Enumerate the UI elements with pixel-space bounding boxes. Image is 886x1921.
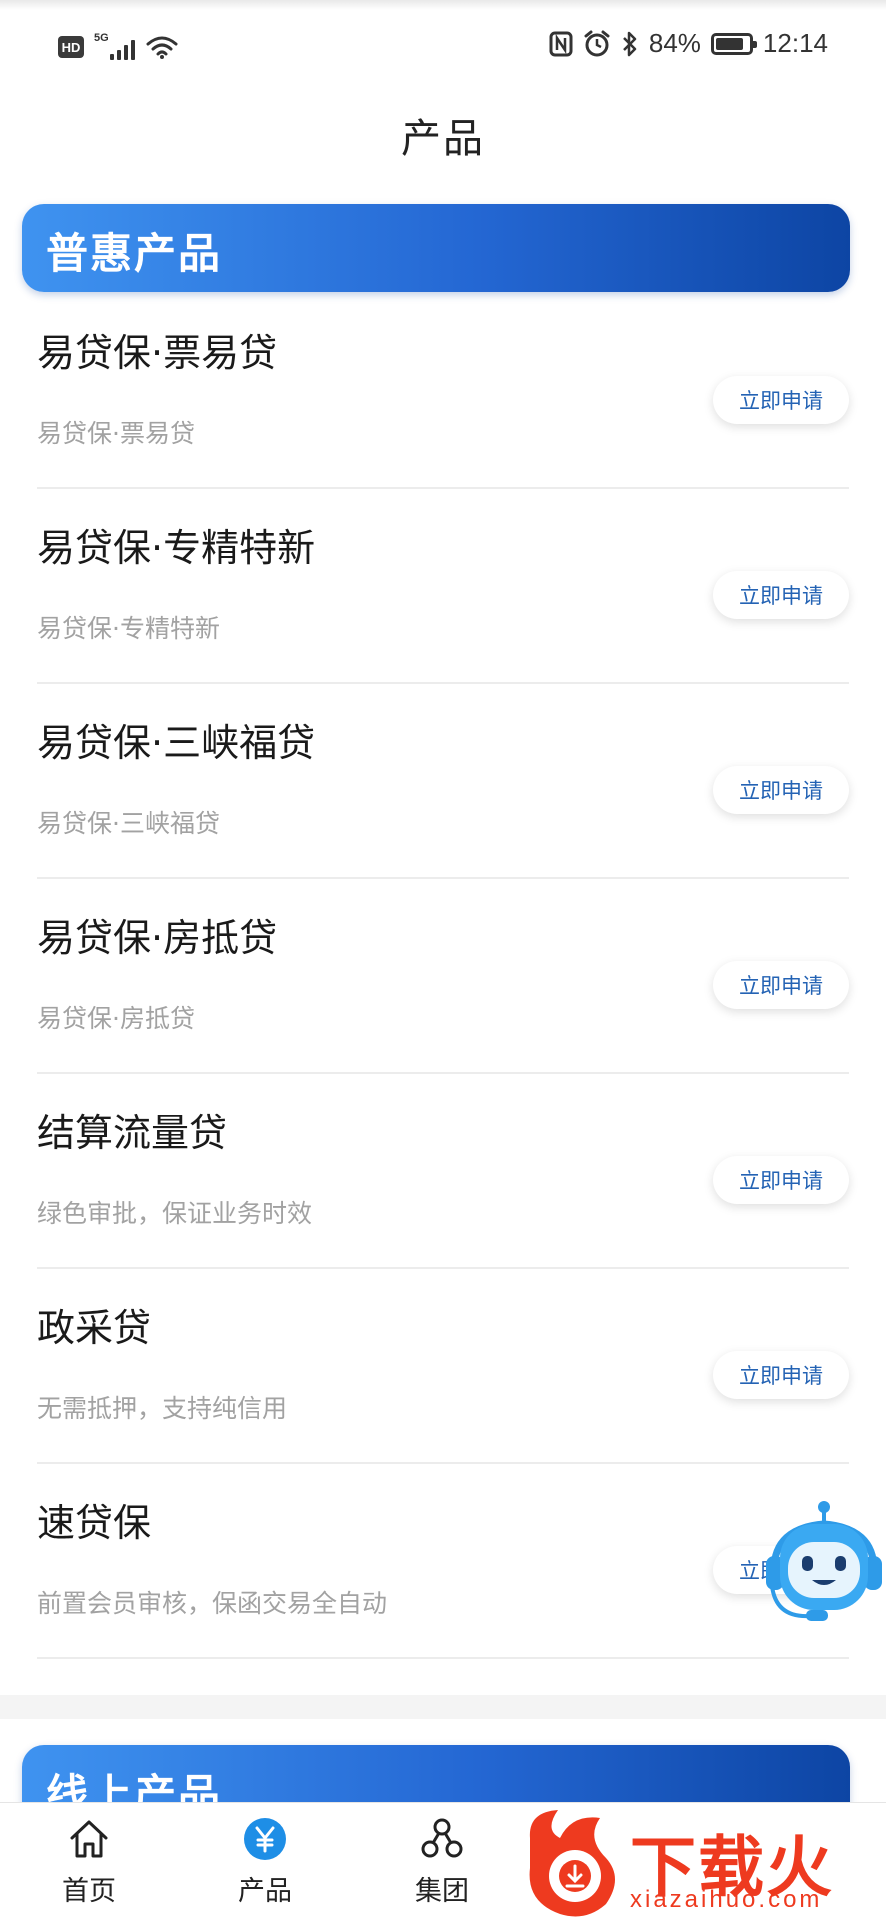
nav-label-group: 集团 [415,1876,469,1907]
status-right: 84% 12:14 [549,28,828,59]
product-desc: 前置会员审核，保函交易全自动 [37,1589,388,1618]
product-desc: 易贷保·专精特新 [37,614,220,643]
apply-button[interactable]: 立即申请 [713,1351,849,1399]
alarm-icon [583,30,611,58]
section-title-inclusive: 普惠产品 [46,229,223,278]
wifi-icon [146,35,178,59]
section-header-inclusive: 普惠产品 [22,204,850,292]
product-item[interactable]: 易贷保·三峡福贷 易贷保·三峡福贷 立即申请 [0,684,886,879]
nav-item-group[interactable]: 集团 [387,1803,497,1921]
nfc-icon [549,31,573,57]
product-item[interactable]: 结算流量贷 绿色审批，保证业务时效 立即申请 [0,1074,886,1269]
clock: 12:14 [762,28,828,58]
apply-button[interactable]: 立即申请 [713,376,849,424]
nav-item-products[interactable]: 产品 [210,1803,320,1921]
bluetooth-icon [621,30,639,58]
watermark-logo: 下载火 xiazaihuo.com [520,1808,886,1920]
product-desc: 易贷保·票易贷 [37,419,195,448]
product-item[interactable]: 政采贷 无需抵押，支持纯信用 立即申请 [0,1269,886,1464]
product-name: 易贷保·专精特新 [37,526,316,570]
nav-label-home: 首页 [62,1876,116,1907]
section-divider [0,1695,886,1719]
product-item[interactable]: 速贷保 前置会员审核，保函交易全自动 立即申请 [0,1464,886,1659]
battery-level [715,37,743,50]
battery-icon [710,32,757,55]
product-name: 易贷保·票易贷 [37,331,278,375]
product-desc: 易贷保·房抵贷 [37,1004,195,1033]
hd-badge: HD [58,36,84,58]
product-name: 易贷保·三峡福贷 [37,721,316,765]
product-list: 易贷保·票易贷 易贷保·票易贷 立即申请 易贷保·专精特新 易贷保·专精特新 立… [0,294,886,1659]
nav-item-home[interactable]: 首页 [34,1803,144,1921]
product-name: 政采贷 [37,1306,152,1350]
signal-icon: 5G [94,32,136,62]
home-icon [67,1817,111,1861]
product-item[interactable]: 易贷保·票易贷 易贷保·票易贷 立即申请 [0,294,886,489]
product-item[interactable]: 易贷保·房抵贷 易贷保·房抵贷 立即申请 [0,879,886,1074]
apply-button[interactable]: 立即申请 [713,571,849,619]
product-desc: 绿色审批，保证业务时效 [37,1199,313,1228]
status-left: HD 5G [58,32,178,62]
page-title: 产品 [401,116,485,162]
apply-button[interactable]: 立即申请 [713,961,849,1009]
apply-button[interactable]: 立即申请 [713,1156,849,1204]
battery-percent: 84% [648,28,701,58]
product-desc: 易贷保·三峡福贷 [37,809,220,838]
group-icon [420,1817,464,1861]
apply-button[interactable]: 立即申请 [713,766,849,814]
watermark-url: xiazaihuo.com [630,1886,823,1913]
network-type-label: 5G [94,32,109,44]
yuan-icon [243,1817,287,1861]
product-item[interactable]: 易贷保·专精特新 易贷保·专精特新 立即申请 [0,489,886,684]
status-bar: HD 5G 84% 12:14 [0,0,886,100]
robot-assistant-icon[interactable] [762,1500,886,1628]
product-desc: 无需抵押，支持纯信用 [37,1394,288,1423]
product-name: 易贷保·房抵贷 [37,916,278,960]
nav-label-products: 产品 [238,1876,292,1907]
product-name: 结算流量贷 [37,1111,228,1155]
product-name: 速贷保 [37,1501,152,1545]
